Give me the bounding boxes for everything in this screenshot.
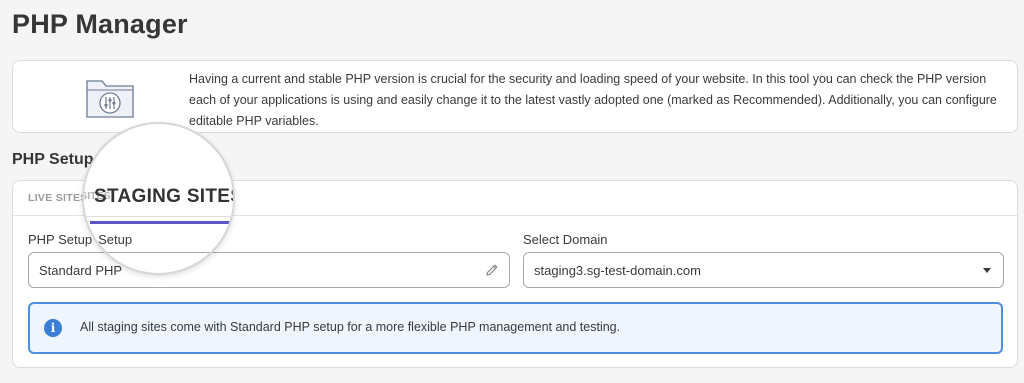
select-domain-label: Select Domain xyxy=(523,232,608,247)
tab-staging-sites[interactable]: STAGING SITES xyxy=(94,186,233,208)
php-setup-label: PHP Setup xyxy=(28,232,93,247)
chevron-down-icon[interactable] xyxy=(983,268,991,273)
php-setup-heading: PHP Setup xyxy=(12,151,94,168)
page-title: PHP Manager xyxy=(12,9,188,39)
divider xyxy=(84,216,233,217)
select-domain-dropdown[interactable]: staging3.sg-test-domain.com xyxy=(523,252,1004,288)
php-setup-label-zoomed: PHP Setup xyxy=(84,232,133,247)
folder-sliders-icon xyxy=(86,80,134,118)
zoom-magnifier: LIVE SITES STAGING SITES PHP Setup xyxy=(82,122,235,275)
tab-live-sites[interactable]: LIVE SITES xyxy=(28,192,88,204)
active-tab-indicator xyxy=(90,221,232,224)
select-domain-value: staging3.sg-test-domain.com xyxy=(534,263,701,278)
info-notice: i All staging sites come with Standard P… xyxy=(28,302,1003,354)
info-icon: i xyxy=(44,319,62,337)
pencil-icon[interactable] xyxy=(484,262,500,278)
intro-description: Having a current and stable PHP version … xyxy=(189,72,997,128)
php-setup-field-zoomed xyxy=(84,252,233,273)
info-notice-text: All staging sites come with Standard PHP… xyxy=(80,320,621,334)
